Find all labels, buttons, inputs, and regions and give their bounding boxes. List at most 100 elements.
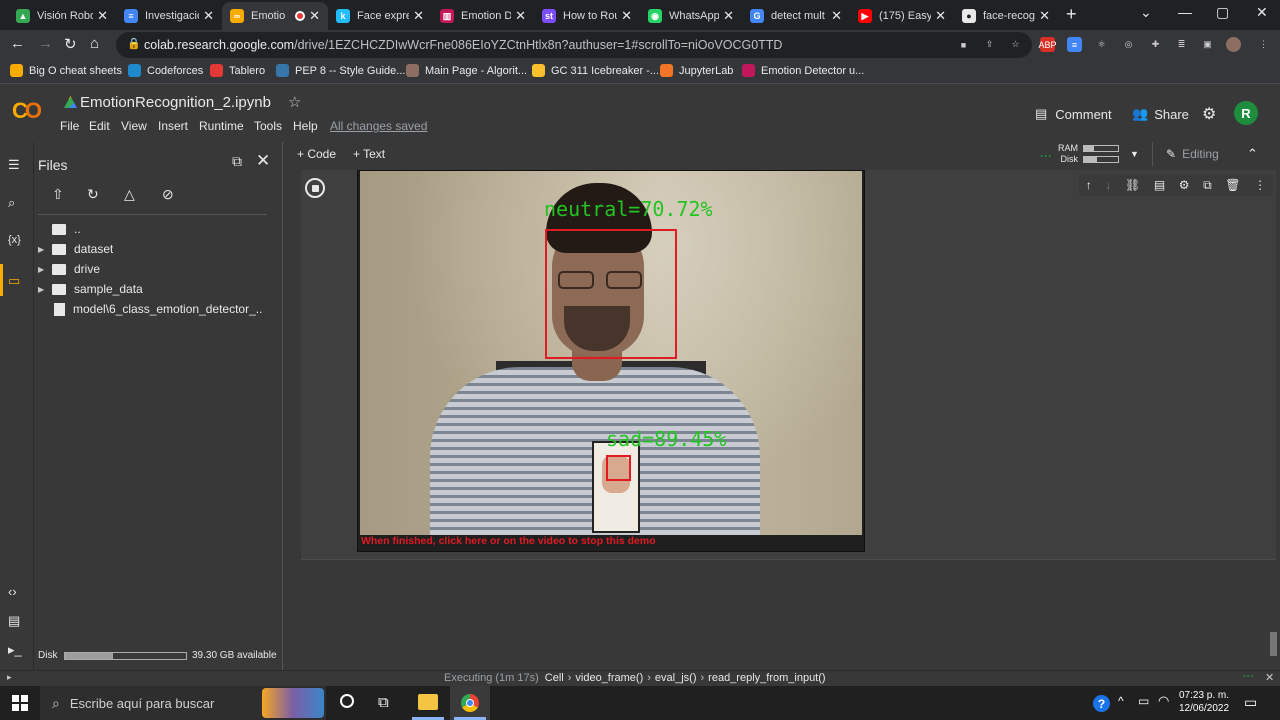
browser-tab[interactable]: ▲ Visión Robo ✕ bbox=[8, 2, 116, 30]
browser-tab[interactable]: ◉ WhatsApp ✕ bbox=[640, 2, 742, 30]
chrome-menu-icon[interactable]: ⋮ bbox=[1256, 37, 1271, 52]
execution-trail-item[interactable]: Cell bbox=[545, 672, 564, 684]
menu-view[interactable]: View bbox=[121, 119, 147, 133]
code-snippets-icon[interactable]: ‹› bbox=[8, 584, 17, 599]
refresh-folder-icon[interactable]: ↻ bbox=[87, 186, 99, 203]
bookmark-item[interactable]: Emotion Detector u... bbox=[742, 64, 864, 77]
file-item[interactable]: model\6_class_emotion_detector_... bbox=[38, 302, 263, 316]
expand-chevron-icon[interactable]: ▶ bbox=[38, 265, 52, 274]
move-up-icon[interactable]: ↑ bbox=[1086, 178, 1092, 192]
upload-icon[interactable]: ⇧ bbox=[52, 186, 64, 203]
tray-chevron-icon[interactable]: ^ bbox=[1118, 694, 1124, 708]
tab-close-icon[interactable]: ✕ bbox=[515, 8, 526, 24]
toc-icon[interactable]: ☰ bbox=[8, 157, 20, 173]
profile-avatar[interactable] bbox=[1226, 37, 1241, 52]
save-status[interactable]: All changes saved bbox=[330, 119, 427, 133]
puzzle-icon[interactable]: ✚ bbox=[1148, 37, 1163, 52]
task-view-icon[interactable]: ⧉ bbox=[378, 694, 389, 711]
back-icon[interactable]: ← bbox=[10, 35, 25, 52]
execution-trail-item[interactable]: read_reply_from_input() bbox=[708, 672, 825, 684]
parent-folder-item[interactable]: .. bbox=[38, 222, 81, 236]
user-avatar[interactable]: R bbox=[1234, 101, 1258, 125]
browser-tab[interactable]: ● face-recogn ✕ bbox=[954, 2, 1058, 30]
close-icon[interactable]: ✕ bbox=[256, 151, 270, 171]
cortana-icon[interactable] bbox=[340, 694, 354, 708]
folder-item[interactable]: ▶ drive bbox=[38, 262, 100, 276]
notification-icon[interactable]: ▭ bbox=[1244, 694, 1257, 711]
maximize-icon[interactable]: ▢ bbox=[1216, 4, 1229, 21]
file-explorer-icon[interactable] bbox=[418, 694, 438, 710]
execution-trail-item[interactable]: eval_js() bbox=[655, 672, 697, 684]
close-window-icon[interactable]: ✕ bbox=[1256, 4, 1268, 21]
bookmark-star-icon[interactable]: ☆ bbox=[1008, 37, 1023, 52]
more-vert-icon[interactable]: ⋮ bbox=[1254, 178, 1266, 192]
variables-icon[interactable]: {x} bbox=[8, 234, 21, 246]
execution-trail-item[interactable]: video_frame() bbox=[575, 672, 643, 684]
browser-tab[interactable]: ≡ Investigació ✕ bbox=[116, 2, 222, 30]
scrollbar-thumb[interactable] bbox=[1270, 632, 1277, 656]
move-down-icon[interactable]: ↓ bbox=[1105, 178, 1111, 192]
tab-close-icon[interactable]: ✕ bbox=[935, 8, 946, 24]
chrome-taskbar-button[interactable] bbox=[450, 686, 490, 720]
expand-chevron-icon[interactable]: ▶ bbox=[38, 245, 52, 254]
mount-drive-icon[interactable]: △ bbox=[124, 186, 135, 203]
browser-tab[interactable]: st How to Rou ✕ bbox=[534, 2, 640, 30]
share-button[interactable]: 👥 Share bbox=[1132, 106, 1189, 122]
comment-button[interactable]: ▤ Comment bbox=[1035, 106, 1112, 122]
tab-close-icon[interactable]: ✕ bbox=[413, 8, 424, 24]
wifi-icon[interactable]: ◠ bbox=[1158, 693, 1169, 709]
notebook-title[interactable]: EmotionRecognition_2.ipynb bbox=[80, 94, 271, 111]
tab-close-icon[interactable]: ✕ bbox=[309, 8, 320, 24]
resource-dropdown-icon[interactable]: ▼ bbox=[1130, 149, 1139, 159]
forward-icon[interactable]: → bbox=[38, 35, 53, 52]
tab-close-icon[interactable]: ✕ bbox=[831, 8, 842, 24]
sidepanel-icon[interactable]: ▣ bbox=[1200, 37, 1215, 52]
new-tab-icon[interactable]: + bbox=[1066, 4, 1077, 25]
help-icon[interactable]: ? bbox=[1093, 695, 1110, 712]
stop-cell-button[interactable] bbox=[305, 178, 325, 198]
collapse-header-icon[interactable]: ⌃ bbox=[1247, 146, 1258, 162]
menu-runtime[interactable]: Runtime bbox=[199, 119, 244, 133]
delete-icon[interactable]: 🗑 bbox=[1225, 178, 1240, 192]
webcam-video[interactable]: neutral=70.72% sad=89.45% When finished,… bbox=[357, 170, 865, 552]
browser-tab[interactable]: ∞ Emotio ✕ bbox=[222, 2, 328, 30]
folder-icon[interactable]: ▭ bbox=[8, 273, 20, 289]
browser-tab[interactable]: ▥ Emotion De✕ bbox=[432, 2, 534, 30]
react-extension-icon[interactable]: ⚛ bbox=[1094, 37, 1109, 52]
bookmark-item[interactable]: Codeforces bbox=[128, 64, 203, 77]
hide-files-icon[interactable]: ⊘ bbox=[162, 186, 174, 203]
clock[interactable]: 07:23 p. m. 12/06/2022 bbox=[1176, 689, 1232, 715]
close-status-icon[interactable]: ✕ bbox=[1265, 671, 1274, 684]
video-frame[interactable]: neutral=70.72% sad=89.45% bbox=[360, 171, 862, 535]
home-icon[interactable]: ⌂ bbox=[90, 35, 99, 52]
menu-insert[interactable]: Insert bbox=[158, 119, 188, 133]
bookmark-item[interactable]: PEP 8 -- Style Guide... bbox=[276, 64, 405, 77]
tab-close-icon[interactable]: ✕ bbox=[203, 8, 214, 24]
menu-help[interactable]: Help bbox=[293, 119, 318, 133]
docs-extension-icon[interactable]: ≡ bbox=[1067, 37, 1082, 52]
popout-icon[interactable]: ⧉ bbox=[232, 153, 242, 170]
share-page-icon[interactable]: ⇪ bbox=[982, 37, 997, 52]
star-icon[interactable]: ☆ bbox=[288, 93, 301, 111]
tab-close-icon[interactable]: ✕ bbox=[1039, 8, 1050, 24]
windows-start-icon[interactable] bbox=[12, 695, 28, 711]
tab-search-icon[interactable]: ⌄ bbox=[1140, 4, 1152, 21]
cell-settings-icon[interactable]: ⚙ bbox=[1179, 178, 1190, 192]
address-bar[interactable]: 🔒 colab.research.google.com/drive/1EZCHC… bbox=[116, 32, 1032, 58]
expand-status-icon[interactable]: ▸ bbox=[7, 672, 12, 683]
command-palette-icon[interactable]: ▤ bbox=[8, 613, 20, 629]
browser-tab[interactable]: Gdetect mult ✕ bbox=[742, 2, 850, 30]
minimize-icon[interactable]: — bbox=[1178, 4, 1192, 20]
search-icon[interactable]: ⌕ bbox=[8, 195, 15, 211]
add-code-button[interactable]: + Code bbox=[297, 147, 336, 161]
taskbar-search[interactable]: ⌕ Escribe aquí para buscar bbox=[40, 686, 326, 720]
tab-close-icon[interactable]: ✕ bbox=[97, 8, 108, 24]
editing-button[interactable]: ✎ Editing bbox=[1166, 147, 1219, 161]
add-text-button[interactable]: + Text bbox=[353, 147, 385, 161]
colab-logo[interactable]: CO bbox=[12, 98, 42, 124]
tab-close-icon[interactable]: ✕ bbox=[723, 8, 734, 24]
battery-icon[interactable]: ▭ bbox=[1138, 694, 1149, 708]
settings-gear-icon[interactable]: ⚙ bbox=[1202, 104, 1216, 124]
comment-cell-icon[interactable]: ▤ bbox=[1154, 178, 1165, 192]
browser-tab[interactable]: ▶ (175) Easy I✕ bbox=[850, 2, 954, 30]
